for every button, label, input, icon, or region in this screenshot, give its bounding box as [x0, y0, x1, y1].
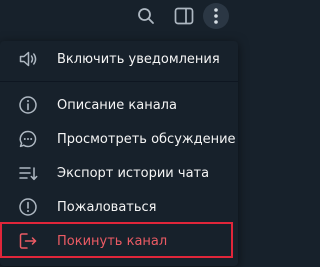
menu-item-enable-notifications[interactable]: Включить уведомления	[0, 42, 238, 76]
menu-divider	[0, 81, 238, 82]
menu-item-export-chat-history[interactable]: Экспорт истории чата	[0, 156, 238, 190]
sidebar-toggle-icon[interactable]	[173, 5, 195, 27]
chat-header-area: Включить уведомления Описание канала Про…	[0, 0, 243, 267]
more-vertical-icon[interactable]	[203, 3, 229, 29]
menu-item-label: Просмотреть обсуждение	[57, 131, 236, 147]
menu-item-channel-info[interactable]: Описание канала	[0, 88, 238, 122]
top-bar	[0, 0, 243, 33]
menu-item-label: Пожаловаться	[57, 199, 157, 215]
selection-highlight-box	[0, 222, 233, 258]
menu-item-label: Описание канала	[57, 97, 177, 113]
menu-item-view-discussion[interactable]: Просмотреть обсуждение	[0, 122, 238, 156]
menu-item-report[interactable]: Пожаловаться	[0, 190, 238, 224]
report-icon	[18, 197, 38, 217]
speaker-icon	[18, 49, 38, 69]
export-list-icon	[18, 163, 38, 183]
search-icon[interactable]	[135, 5, 157, 27]
menu-item-label: Включить уведомления	[57, 51, 220, 67]
info-icon	[18, 95, 38, 115]
menu-item-label: Экспорт истории чата	[57, 165, 210, 181]
chat-bubble-icon	[18, 129, 38, 149]
